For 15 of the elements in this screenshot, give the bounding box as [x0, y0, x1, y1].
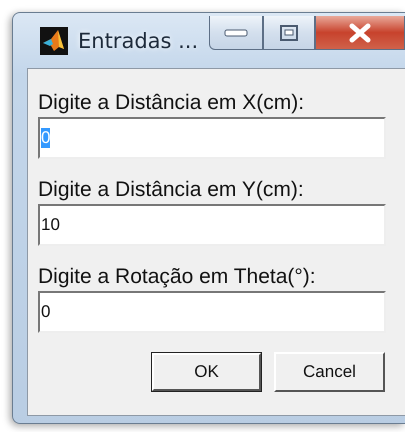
input-field[interactable]: 10	[38, 204, 386, 246]
input-field[interactable]: 0	[38, 291, 386, 333]
field-label: Digite a Distância em Y(cm):	[38, 178, 305, 202]
close-button[interactable]	[315, 16, 405, 50]
field-label: Digite a Rotação em Theta(°):	[38, 265, 317, 289]
maximize-button[interactable]	[263, 16, 315, 50]
maximize-icon	[280, 24, 298, 40]
minimize-button[interactable]	[209, 16, 263, 50]
close-icon	[348, 22, 372, 42]
window-title: Entradas ...	[78, 28, 198, 52]
field-label: Digite a Distância em X(cm):	[38, 91, 306, 115]
ok-button[interactable]: OK	[151, 352, 262, 392]
minimize-icon	[224, 28, 248, 36]
app-icon	[40, 26, 68, 54]
cancel-button[interactable]: Cancel	[274, 352, 385, 392]
